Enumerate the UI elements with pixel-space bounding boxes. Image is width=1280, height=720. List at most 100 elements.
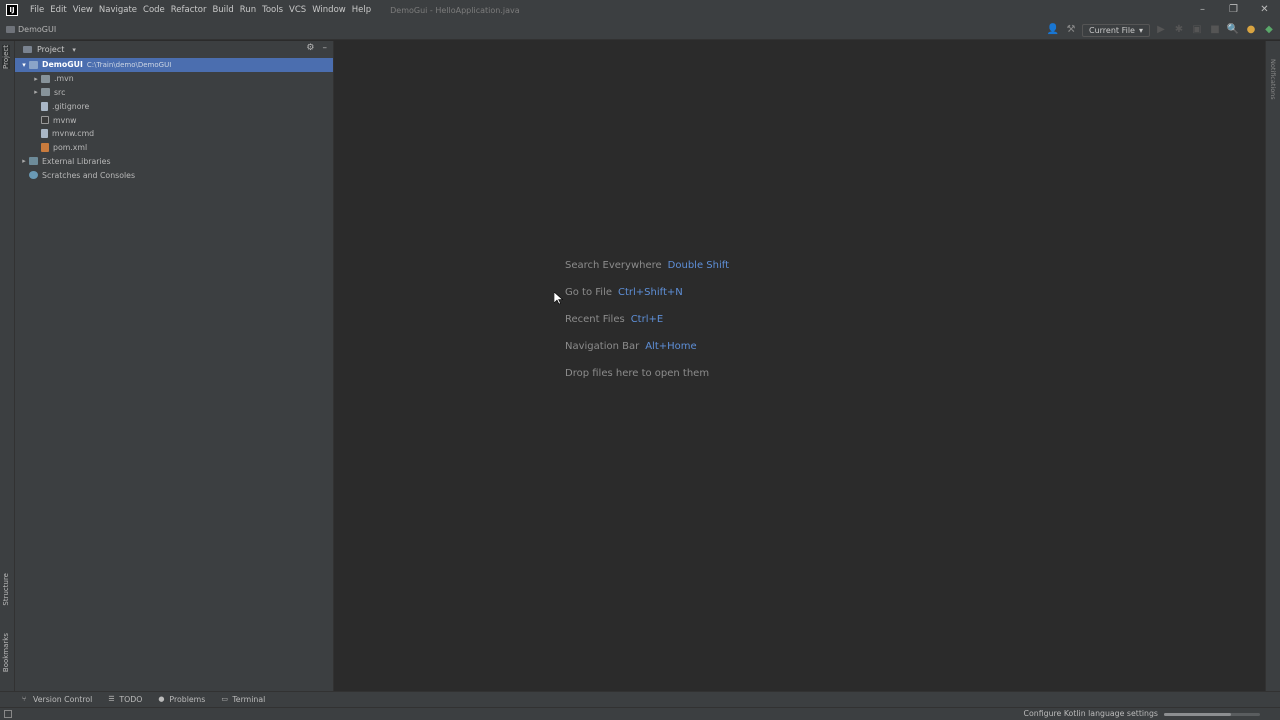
project-view-title[interactable]: Project [37, 45, 64, 54]
ide-updates-icon[interactable]: ● [1244, 23, 1258, 37]
expand-arrow-icon[interactable]: ▾ [19, 61, 29, 69]
run-configuration-label: Current File [1089, 25, 1135, 35]
tree-node[interactable]: ▸ .mvn [15, 72, 333, 86]
editor-hint: Drop files here to open them [565, 368, 709, 379]
expand-arrow-icon[interactable]: ▸ [31, 88, 41, 96]
navbar-toolbar: 👤 ⚒ Current File ▾ ▶ ✱ ▣ ■ 🔍 ● ◆ [1046, 20, 1276, 40]
project-view-icon [23, 46, 32, 53]
stop-icon[interactable]: ■ [1208, 23, 1222, 37]
tree-node[interactable]: ▾ DemoGUI C:\Train\demo\DemoGUI [15, 58, 333, 72]
hint-shortcut: Ctrl+Shift+N [618, 287, 683, 298]
notifications-tool-tab[interactable]: Notifications [1269, 59, 1277, 100]
editor-hint: Go to File Ctrl+Shift+N [565, 287, 683, 298]
intellij-logo-icon: IJ [6, 4, 18, 16]
branch-icon: ⑂ [22, 695, 27, 703]
navigation-bar: DemoGUI 👤 ⚒ Current File ▾ ▶ ✱ ▣ ■ 🔍 ● ◆ [0, 20, 1280, 40]
version-control-tab[interactable]: ⑂ Version Control [22, 695, 92, 704]
hint-shortcut: Double Shift [667, 260, 730, 271]
left-tool-stripe: Project Structure Bookmarks [0, 41, 15, 691]
window-controls: – ❐ ✕ [1187, 0, 1280, 20]
tree-node-label: DemoGUI [42, 60, 83, 70]
run-icon[interactable]: ▶ [1154, 23, 1168, 37]
main-menu: File Edit View Navigate Code Refactor Bu… [27, 5, 374, 15]
tree-node[interactable]: ▸ External Libraries [15, 155, 333, 169]
editor-empty-area[interactable]: Search Everywhere Double Shift Go to File C… [334, 41, 1265, 691]
run-configuration-select[interactable]: Current File ▾ [1082, 23, 1150, 37]
menu-refactor[interactable]: Refactor [168, 5, 210, 15]
tree-node-label: mvnw.cmd [52, 129, 95, 139]
breadcrumb[interactable]: DemoGUI [6, 25, 56, 34]
bottom-tool-bar: ⑂ Version Control ☰ TODO ● Problems ▭ Te… [0, 691, 1280, 707]
hint-shortcut: Ctrl+E [630, 314, 664, 325]
menu-edit[interactable]: Edit [47, 5, 69, 15]
tree-node-label: .mvn [54, 74, 74, 84]
tree-node[interactable]: Scratches and Consoles [15, 168, 333, 182]
menu-window[interactable]: Window [309, 5, 349, 15]
status-message[interactable]: Configure Kotlin language settings [1024, 709, 1158, 718]
gear-icon[interactable]: ⚙ [306, 43, 314, 53]
problems-tab[interactable]: ● Problems [158, 695, 205, 704]
hint-label: Recent Files [565, 314, 625, 325]
folder-icon [41, 74, 50, 83]
editor-hint: Search Everywhere Double Shift [565, 260, 729, 271]
version-control-label: Version Control [33, 695, 93, 704]
structure-tool-tab[interactable]: Structure [2, 573, 10, 606]
search-icon[interactable]: 🔍 [1226, 23, 1240, 37]
menu-file[interactable]: File [27, 5, 47, 15]
library-icon [29, 157, 38, 166]
hide-panel-icon[interactable]: – [323, 43, 328, 53]
project-panel-header: Project ▾ ⚙ – [15, 41, 333, 58]
right-tool-stripe: Notifications [1265, 41, 1280, 691]
jetbrains-icon[interactable]: ◆ [1262, 23, 1276, 37]
tree-node-label: src [54, 87, 66, 97]
tree-node-label: Scratches and Consoles [42, 170, 136, 180]
menu-build[interactable]: Build [209, 5, 236, 15]
project-tool-tab[interactable]: Project [2, 45, 10, 69]
terminal-tab[interactable]: ▭ Terminal [221, 695, 265, 704]
tree-node[interactable]: ▸ src [15, 86, 333, 100]
background-task-progress [1164, 713, 1260, 716]
menu-view[interactable]: View [70, 5, 96, 15]
expand-arrow-icon[interactable]: ▸ [31, 75, 41, 83]
folder-icon [41, 88, 50, 97]
problems-label: Problems [169, 695, 206, 704]
hint-label: Drop files here to open them [565, 368, 710, 379]
expand-arrow-icon[interactable]: ▸ [19, 157, 29, 165]
close-icon[interactable]: ✕ [1249, 0, 1280, 20]
tree-node[interactable]: mvnw [15, 113, 333, 127]
tree-node[interactable]: .gitignore [15, 99, 333, 113]
coverage-icon[interactable]: ▣ [1190, 23, 1204, 37]
menu-tools[interactable]: Tools [259, 5, 286, 15]
hammer-build-icon[interactable]: ⚒ [1064, 23, 1078, 37]
project-tree: ▾ DemoGUI C:\Train\demo\DemoGUI ▸ .mvn ▸ src .g… [15, 58, 333, 182]
terminal-file-icon [41, 116, 49, 125]
chevron-down-icon[interactable]: ▾ [72, 46, 76, 54]
project-panel: Project ▾ ⚙ – ▾ DemoGUI C:\Train\demo\Demo… [15, 41, 334, 691]
menu-code[interactable]: Code [140, 5, 168, 15]
hint-label: Navigation Bar [565, 341, 640, 352]
todo-label: TODO [119, 695, 143, 704]
progress-fill [1164, 713, 1232, 716]
todo-tab[interactable]: ☰ TODO [108, 695, 142, 704]
tree-node-label: External Libraries [42, 156, 111, 166]
tree-node[interactable]: mvnw.cmd [15, 127, 333, 141]
menu-help[interactable]: Help [349, 5, 374, 15]
problems-icon: ● [158, 695, 165, 703]
editor-hint: Navigation Bar Alt+Home [565, 341, 697, 352]
module-icon [29, 60, 38, 69]
restore-icon[interactable]: ❐ [1218, 0, 1249, 20]
maven-icon [41, 143, 49, 153]
hint-label: Search Everywhere [565, 260, 662, 271]
menu-vcs[interactable]: VCS [286, 5, 309, 15]
terminal-label: Terminal [232, 695, 266, 704]
minimize-icon[interactable]: – [1187, 0, 1218, 20]
menu-run[interactable]: Run [237, 5, 259, 15]
debug-icon[interactable]: ✱ [1172, 23, 1186, 37]
tool-windows-toggle-icon[interactable] [4, 710, 12, 718]
breadcrumb-project[interactable]: DemoGUI [18, 25, 56, 34]
menu-navigate[interactable]: Navigate [96, 5, 140, 15]
file-icon [41, 101, 48, 111]
user-icon[interactable]: 👤 [1046, 23, 1060, 37]
tree-node[interactable]: pom.xml [15, 141, 333, 155]
bookmarks-tool-tab[interactable]: Bookmarks [2, 633, 10, 672]
